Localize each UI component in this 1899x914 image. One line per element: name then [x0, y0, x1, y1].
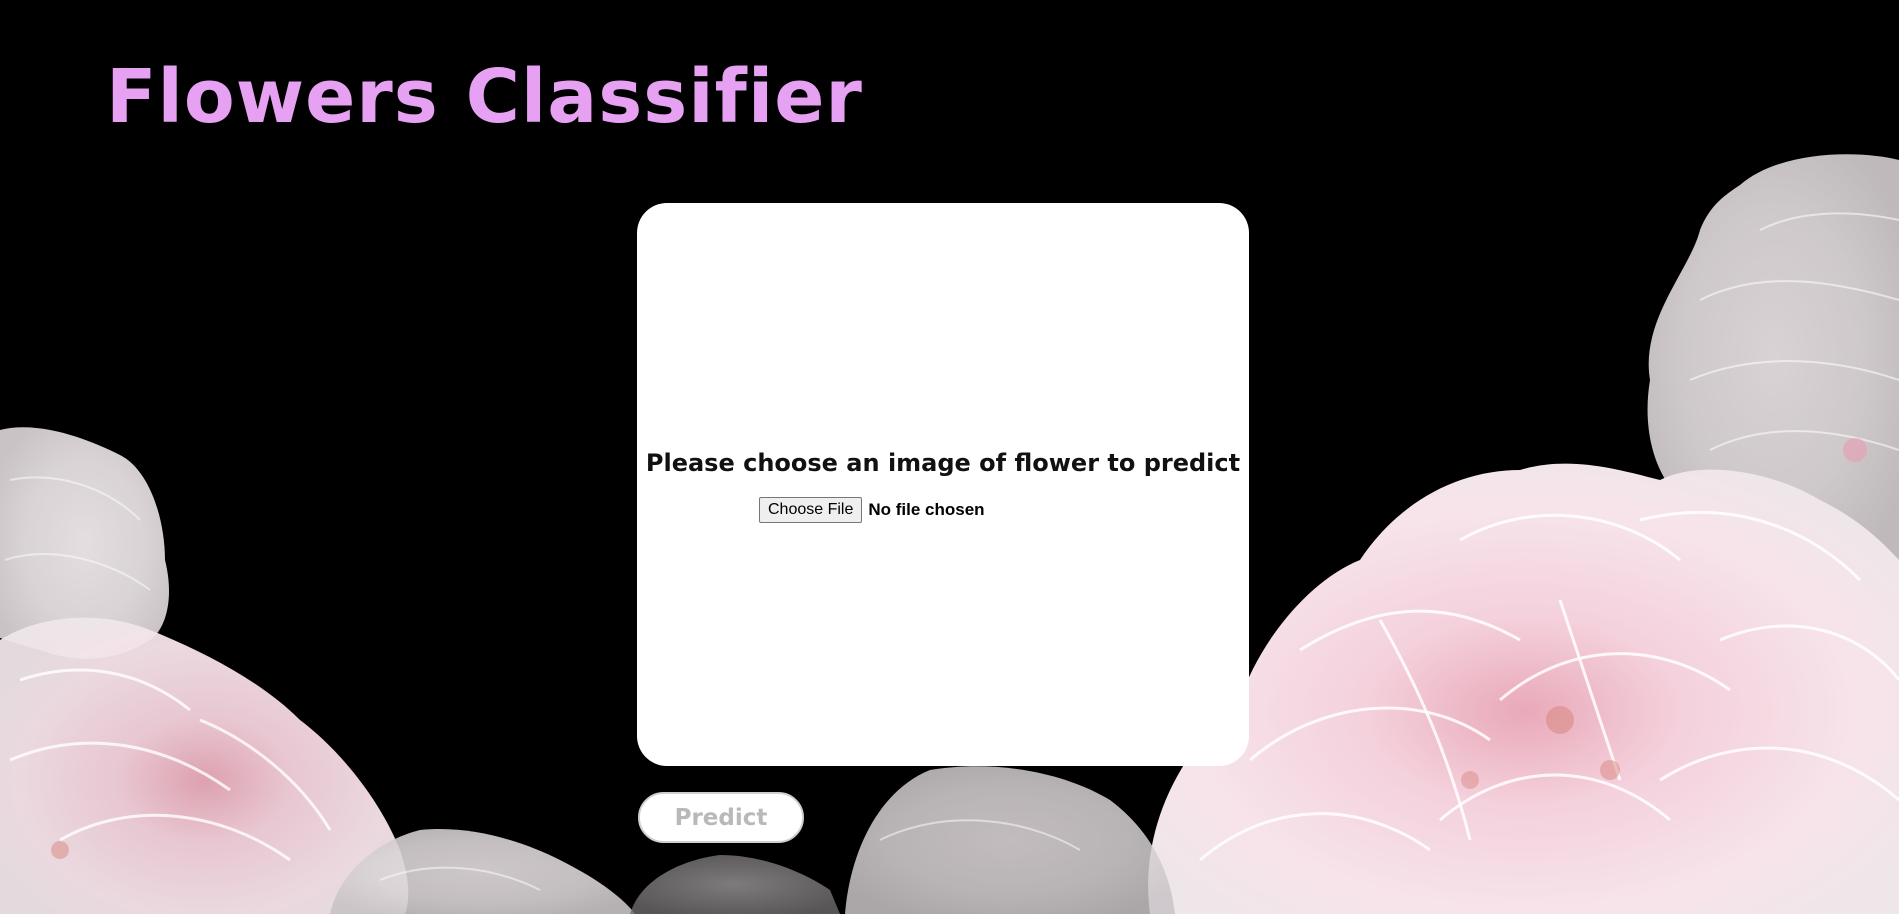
page: Flowers Classifier Please choose an imag…: [0, 0, 1899, 914]
file-input: Choose File No file chosen: [759, 496, 985, 524]
upload-card: Please choose an image of flower to pred…: [637, 203, 1249, 766]
flower-left-lower: [0, 617, 409, 914]
upload-prompt: Please choose an image of flower to pred…: [645, 449, 1241, 477]
predict-button[interactable]: Predict: [638, 792, 804, 843]
file-status-text: No file chosen: [868, 500, 985, 519]
choose-file-button[interactable]: Choose File: [759, 497, 863, 523]
page-title: Flowers Classifier: [106, 54, 863, 140]
flower-bottom-right: [1148, 463, 1899, 914]
